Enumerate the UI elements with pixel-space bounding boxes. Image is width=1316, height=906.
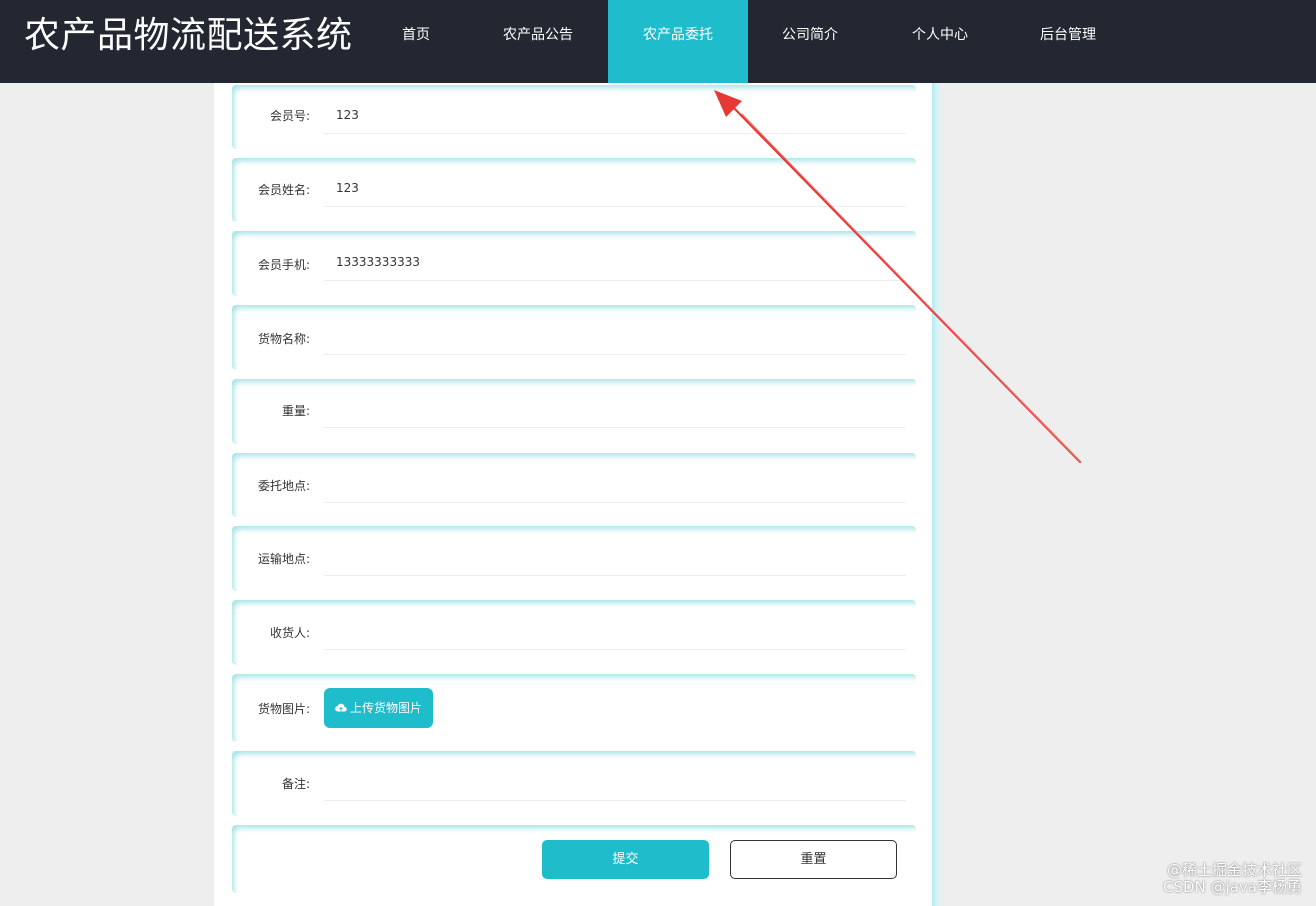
pickup-location-label: 委托地点: [257,479,310,493]
recipient-label: 收货人: [269,626,310,640]
member-name-field[interactable] [324,169,906,207]
upload-image-button[interactable]: 上传货物图片 [324,688,433,728]
form-row-destination: 运输地点: [232,526,916,591]
submit-button[interactable]: 提交 [542,840,709,879]
pickup-location-field[interactable] [324,465,906,503]
form-row-recipient: 收货人: [232,600,916,665]
site-title[interactable]: 农产品物流配送系统 [24,13,353,59]
destination-field[interactable] [324,538,906,576]
destination-label: 运输地点: [257,552,310,566]
top-navbar: 农产品物流配送系统 首页 农产品公告 农产品委托 公司简介 个人中心 后台管理 [0,0,1316,83]
cloud-upload-icon [335,703,347,712]
reset-button[interactable]: 重置 [730,840,897,879]
remarks-label: 备注: [281,777,310,791]
form-row-pickup-location: 委托地点: [232,453,916,517]
weight-label: 重量: [281,404,310,418]
panel-edge-shadow [932,83,942,906]
goods-name-label: 货物名称: [257,332,310,346]
nav-personal-center[interactable]: 个人中心 [890,0,990,83]
goods-image-label: 货物图片: [257,702,310,716]
member-id-field[interactable] [324,96,906,134]
member-id-label: 会员号: [269,109,310,123]
form-row-member-phone: 会员手机: [232,231,916,296]
form-row-remarks: 备注: [232,751,916,816]
recipient-field[interactable] [324,612,906,650]
goods-name-field[interactable] [324,317,906,355]
watermark-csdn: CSDN @java李杨勇 [1163,878,1302,896]
nav-announcements[interactable]: 农产品公告 [478,0,598,83]
form-row-goods-image: 货物图片: 上传货物图片 [232,674,916,742]
member-name-label: 会员姓名: [257,183,310,197]
form-row-member-name: 会员姓名: [232,158,916,222]
nav-company-intro[interactable]: 公司简介 [760,0,860,83]
form-row-member-id: 会员号: [232,85,916,149]
nav-consignment[interactable]: 农产品委托 [608,0,748,83]
nav-home[interactable]: 首页 [378,0,454,83]
form-row-weight: 重量: [232,379,916,444]
member-phone-field[interactable] [324,243,906,281]
member-phone-label: 会员手机: [257,258,310,272]
remarks-field[interactable] [324,763,906,801]
form-row-goods-name: 货物名称: [232,305,916,370]
weight-field[interactable] [324,390,906,428]
upload-image-label: 上传货物图片 [349,701,422,715]
nav-admin[interactable]: 后台管理 [1018,0,1118,83]
